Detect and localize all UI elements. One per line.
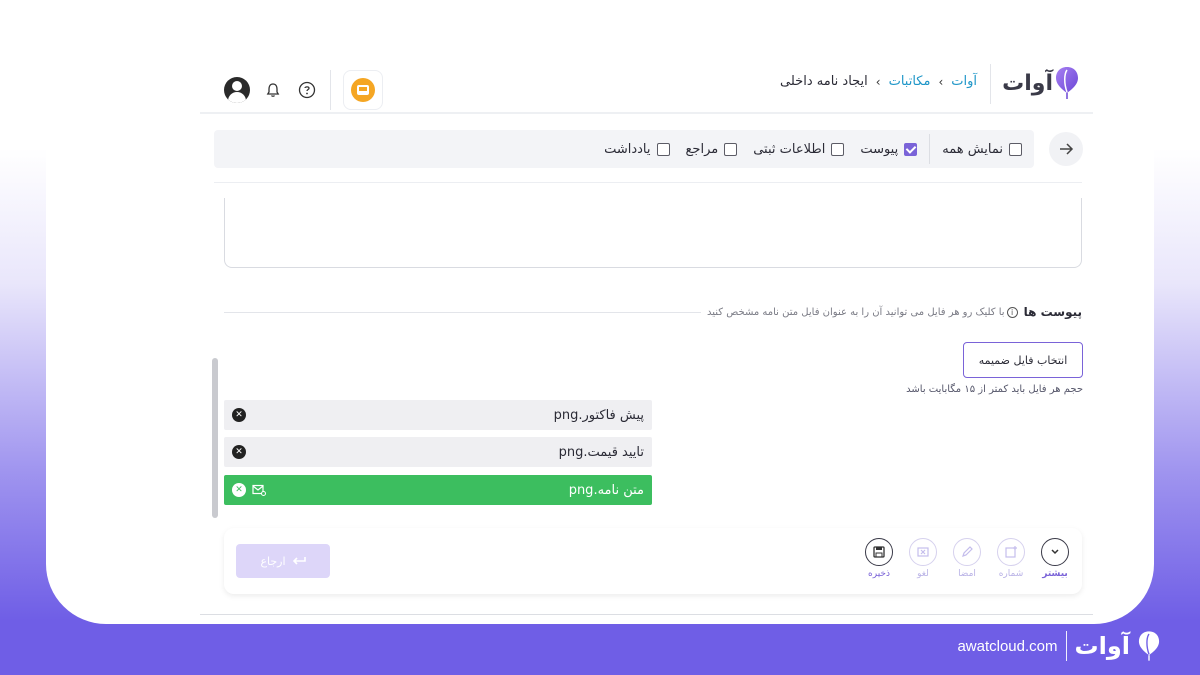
filter-label: نمایش همه: [942, 141, 1003, 157]
awat-logo[interactable]: آوات: [1002, 66, 1079, 100]
bell-icon[interactable]: [262, 79, 284, 101]
info-icon: i: [1006, 306, 1018, 318]
content-card: آوات آوات › مکاتبات › ایجاد نامه داخلی ن…: [46, 48, 1154, 624]
filter-label: پیوست: [860, 141, 899, 157]
remove-file-icon[interactable]: ✕: [232, 483, 246, 497]
filter-references[interactable]: مراجع: [686, 142, 738, 157]
file-name: متن نامه.png: [568, 482, 644, 498]
logo-divider: [990, 64, 991, 104]
footer-logo-text: آوات: [1074, 632, 1131, 660]
action-bar: ارجاع بیشتر شماره امضا لغو ذخیره: [224, 528, 1082, 594]
app-window: آوات آوات › مکاتبات › ایجاد نامه داخلی ن…: [200, 48, 1093, 624]
file-size-hint: حجم هر فایل باید کمتر از ۱۵ مگابایت باشد: [906, 384, 1083, 395]
breadcrumb: آوات › مکاتبات › ایجاد نامه داخلی: [780, 74, 977, 89]
arrow-right-icon: [1060, 143, 1074, 155]
footer-divider: [1065, 631, 1067, 661]
refer-label: ارجاع: [260, 554, 286, 568]
remove-file-icon[interactable]: ✕: [232, 408, 246, 422]
filter-label: مراجع: [685, 141, 719, 157]
top-actions: [224, 70, 383, 110]
file-name: تایید قیمت.png: [558, 444, 644, 460]
app-switcher[interactable]: [343, 70, 383, 110]
filter-registration-info[interactable]: اطلاعات ثبتی: [753, 141, 845, 157]
chevron-left-icon: ›: [938, 74, 944, 89]
arrow-left-icon: [292, 557, 306, 565]
checkbox-registration-info[interactable]: [831, 142, 845, 156]
chevron-down-icon[interactable]: [1041, 538, 1069, 566]
bottom-divider: [200, 614, 1093, 615]
action-label: شماره: [998, 569, 1024, 579]
checkbox-references[interactable]: [724, 142, 738, 156]
attachments-header: پیوست ها i با کلیک رو هر فایل می توانید …: [224, 302, 1082, 322]
action-label: بیشتر: [1042, 569, 1068, 579]
back-button[interactable]: [1049, 132, 1083, 166]
attachments-title: پیوست ها: [1023, 305, 1082, 319]
refer-button[interactable]: ارجاع: [236, 544, 330, 578]
chevron-left-icon: ›: [875, 74, 881, 89]
pen-icon[interactable]: [953, 538, 981, 566]
action-buttons: بیشتر شماره امضا لغو ذخیره: [864, 538, 1070, 579]
save-action[interactable]: ذخیره: [864, 538, 894, 579]
main-file-row[interactable]: متن نامه.png ✕: [224, 475, 652, 505]
inbox-icon: [351, 78, 375, 102]
letter-text-area[interactable]: [224, 198, 1082, 268]
logo-text: آوات: [1002, 70, 1053, 96]
number-action[interactable]: شماره: [996, 538, 1026, 579]
filter-show-all[interactable]: نمایش همه: [942, 142, 1022, 157]
file-row[interactable]: تایید قیمت.png ✕: [224, 437, 652, 467]
filter-divider-line: [214, 182, 1082, 183]
filter-attachment[interactable]: پیوست: [860, 141, 918, 157]
footer-brand: آوات awatcloud.com: [957, 630, 1160, 662]
filter-label: اطلاعات ثبتی: [753, 141, 826, 157]
top-divider: [330, 70, 331, 110]
file-name: پیش فاکتور.png: [553, 407, 644, 423]
balloon-logo-icon: [1056, 67, 1078, 99]
checkbox-attachment[interactable]: [904, 142, 918, 156]
footer-domain: awatcloud.com: [957, 637, 1058, 655]
save-icon[interactable]: [865, 538, 893, 566]
breadcrumb-home[interactable]: آوات: [951, 74, 977, 89]
mail-file-icon: [252, 484, 266, 496]
checkbox-show-all[interactable]: [1009, 142, 1022, 156]
action-label: لغو: [917, 569, 929, 579]
attachments-hint: با کلیک رو هر فایل می توانید آن را به عن…: [707, 306, 1005, 318]
select-attachment-button[interactable]: انتخاب فایل ضمیمه: [963, 342, 1083, 378]
attachments-divider: [224, 311, 702, 313]
scrollbar[interactable]: [212, 358, 218, 518]
remove-file-icon[interactable]: ✕: [232, 445, 246, 459]
sign-action[interactable]: امضا: [952, 538, 982, 579]
balloon-logo-icon: [1138, 631, 1160, 661]
filter-bar: نمایش همه پیوست اطلاعات ثبتی مراجع یاددا…: [214, 130, 1034, 168]
more-action[interactable]: بیشتر: [1040, 538, 1070, 579]
filter-divider: [929, 134, 931, 164]
breadcrumb-current: ایجاد نامه داخلی: [780, 74, 868, 89]
user-avatar[interactable]: [224, 77, 250, 103]
filter-label: یادداشت: [604, 141, 651, 157]
help-icon[interactable]: [296, 79, 318, 101]
cancel-action[interactable]: لغو: [908, 538, 938, 579]
breadcrumb-correspondence[interactable]: مکاتبات: [889, 74, 931, 89]
filter-notes[interactable]: یادداشت: [604, 141, 670, 157]
number-icon[interactable]: [997, 538, 1025, 566]
cancel-icon[interactable]: [909, 538, 937, 566]
action-label: ذخیره: [868, 569, 890, 579]
top-bar: آوات آوات › مکاتبات › ایجاد نامه داخلی: [200, 48, 1093, 114]
file-row[interactable]: پیش فاکتور.png ✕: [224, 400, 652, 430]
action-label: امضا: [958, 569, 976, 579]
checkbox-notes[interactable]: [656, 142, 670, 156]
